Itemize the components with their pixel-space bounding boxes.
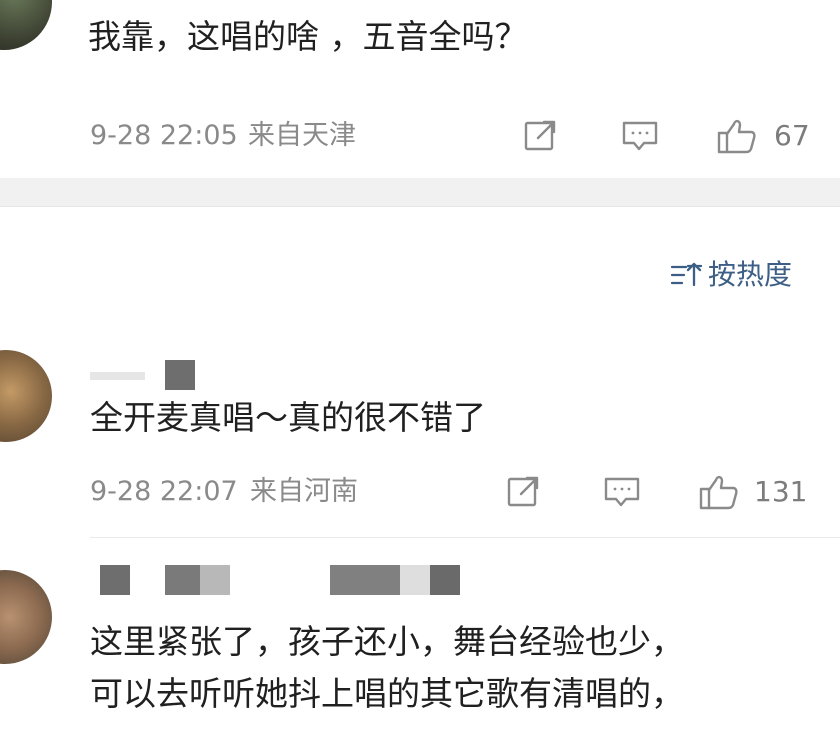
comment-time: 9-28 22:07	[90, 476, 238, 507]
username-mask	[430, 565, 460, 595]
like-count: 131	[754, 475, 808, 508]
comment-icon[interactable]	[602, 472, 642, 512]
username-mask	[165, 565, 200, 595]
section-separator	[0, 178, 840, 206]
sort-label: 按热度	[708, 258, 793, 291]
divider	[90, 537, 840, 538]
comment-text: 全开麦真唱～真的很不错了	[90, 398, 486, 437]
divider	[0, 206, 840, 207]
username-mask	[100, 565, 130, 595]
username-mask	[330, 565, 400, 595]
avatar[interactable]	[0, 0, 52, 50]
username-mask	[90, 372, 145, 380]
like-count: 67	[774, 119, 810, 152]
share-icon[interactable]	[520, 116, 560, 156]
share-icon[interactable]	[503, 472, 543, 512]
comment-meta-row: 9-28 22:05 来自天津 67	[90, 116, 810, 156]
comment-text: 可以去听听她抖上唱的其它歌有清唱的，	[90, 674, 684, 713]
comment-time: 9-28 22:05	[90, 120, 238, 151]
comment-feed: 我靠，这唱的啥 ，五音全吗？ 9-28 22:05 来自天津 67 按热度 全开…	[0, 0, 840, 733]
avatar[interactable]	[0, 570, 52, 664]
sort-icon	[670, 255, 704, 295]
comment-icon[interactable]	[620, 116, 660, 156]
comment-text: 这里紧张了，孩子还小，舞台经验也少，	[90, 622, 684, 661]
sort-by-hot-button[interactable]: 按热度	[670, 255, 810, 295]
comment-location: 来自河南	[250, 476, 358, 507]
username-mask	[165, 360, 195, 390]
thumbs-up-icon[interactable]	[716, 116, 756, 156]
comment-meta-row: 9-28 22:07 来自河南 131	[90, 472, 810, 512]
comment-location: 来自天津	[248, 120, 356, 151]
username-mask	[200, 565, 230, 595]
username-mask	[400, 565, 430, 595]
thumbs-up-icon[interactable]	[698, 472, 738, 512]
avatar[interactable]	[0, 350, 52, 442]
comment-text: 我靠，这唱的啥 ，五音全吗？	[88, 17, 528, 56]
